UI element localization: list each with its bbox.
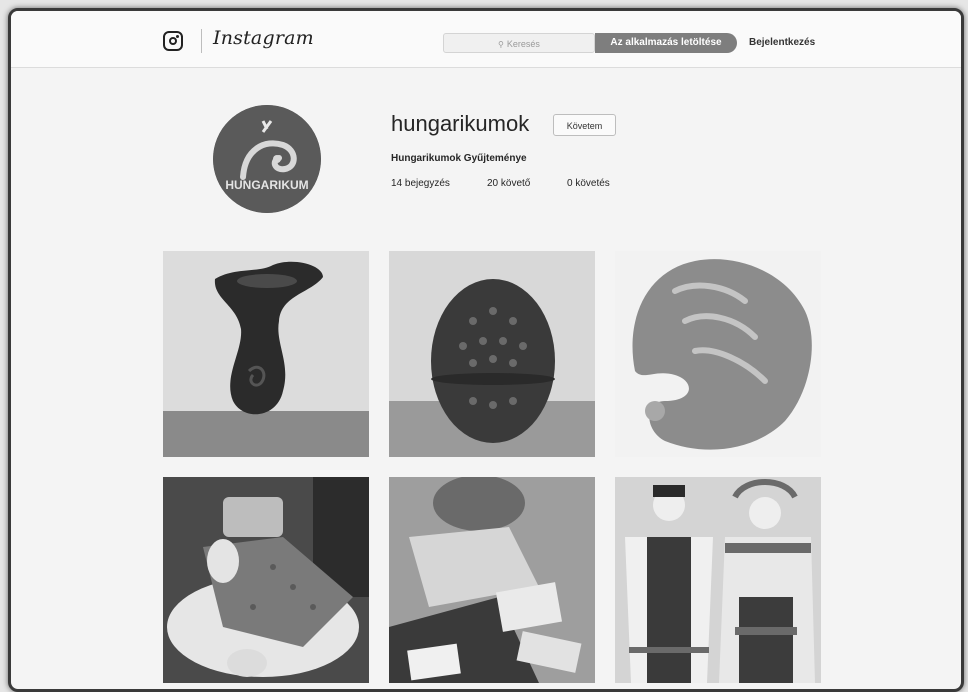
search-input[interactable]: ⚲ Keresés xyxy=(443,33,595,53)
download-app-button[interactable]: Az alkalmazás letöltése xyxy=(595,33,737,53)
avatar-logo-text: HUNGARIKUM xyxy=(225,178,308,192)
post-thumbnail-shell-dish[interactable] xyxy=(615,251,821,457)
instagram-wordmark[interactable]: Instagram xyxy=(213,27,314,49)
search-placeholder: Keresés xyxy=(506,39,540,49)
post-thumbnail-goods[interactable] xyxy=(389,477,595,683)
browser-frame: Instagram ⚲ Keresés Az alkalmazás letölté… xyxy=(8,8,964,692)
post-thumbnail-egg[interactable] xyxy=(389,251,595,457)
logo-divider xyxy=(201,29,202,53)
post-thumbnail-dolls[interactable] xyxy=(615,477,821,683)
login-link[interactable]: Bejelentkezés xyxy=(749,37,815,48)
post-thumbnail-vase[interactable] xyxy=(163,251,369,457)
post-thumbnail-mugs[interactable] xyxy=(163,477,369,683)
following-count[interactable]: 0 követés xyxy=(567,178,610,189)
posts-count: 14 bejegyzés xyxy=(391,178,450,189)
follow-button[interactable]: Követem xyxy=(553,114,616,136)
followers-count[interactable]: 20 követő xyxy=(487,178,530,189)
profile-full-name: Hungarikumok Gyűjteménye xyxy=(391,153,527,164)
profile-username: hungarikumok xyxy=(391,111,530,136)
instagram-camera-icon[interactable] xyxy=(163,31,183,51)
profile-avatar[interactable]: HUNGARIKUM xyxy=(213,105,321,213)
search-icon: ⚲ xyxy=(498,40,504,49)
top-navigation-bar: Instagram ⚲ Keresés Az alkalmazás letölté… xyxy=(11,11,961,68)
